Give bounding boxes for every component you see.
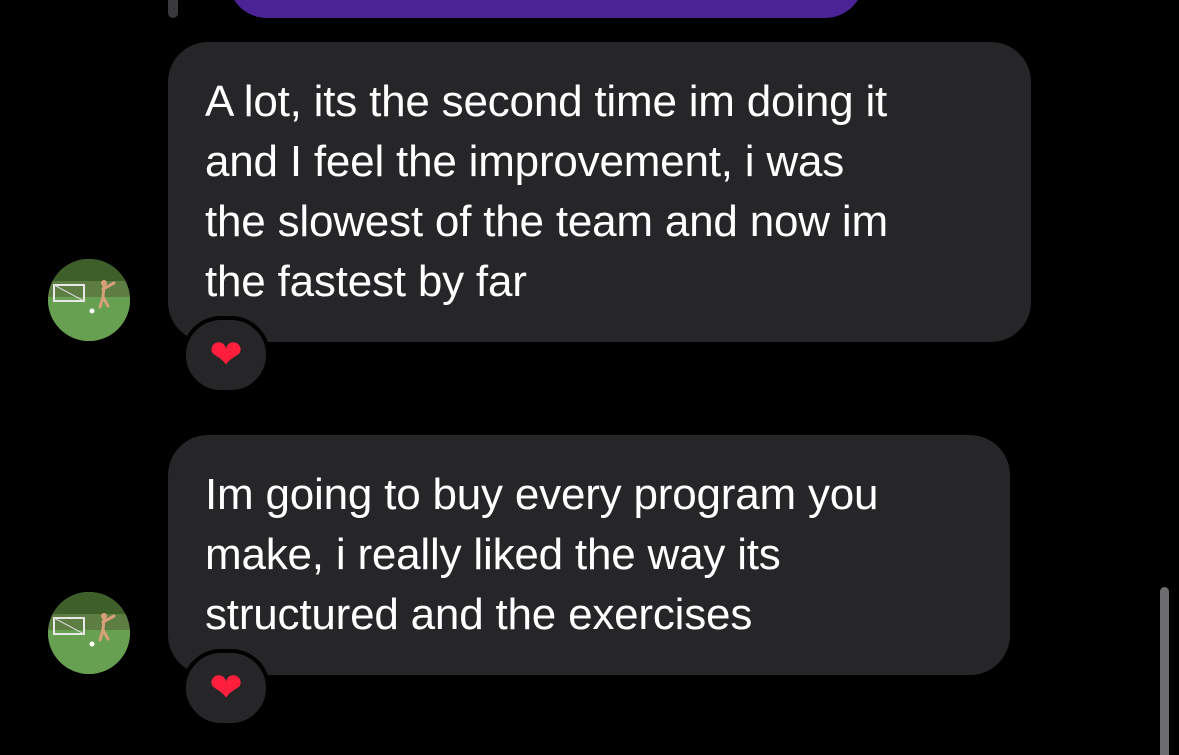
scrollbar[interactable]	[1160, 587, 1169, 755]
sent-message-bubble[interactable]	[228, 0, 864, 18]
avatar[interactable]	[48, 592, 130, 674]
reaction-badge[interactable]: ❤	[182, 316, 270, 394]
avatar-photo-icon	[48, 259, 130, 341]
top-scroll-indicator	[168, 0, 178, 18]
message-text: Im going to buy every program you make, …	[205, 470, 879, 639]
received-message-bubble[interactable]: Im going to buy every program you make, …	[168, 435, 1010, 675]
message-text: A lot, its the second time im doing it a…	[205, 77, 888, 306]
reaction-badge[interactable]: ❤	[182, 649, 270, 727]
red-heart-icon: ❤	[209, 665, 243, 711]
red-heart-icon: ❤	[209, 332, 243, 378]
avatar[interactable]	[48, 259, 130, 341]
avatar-photo-icon	[48, 592, 130, 674]
received-message-bubble[interactable]: A lot, its the second time im doing it a…	[168, 42, 1031, 342]
